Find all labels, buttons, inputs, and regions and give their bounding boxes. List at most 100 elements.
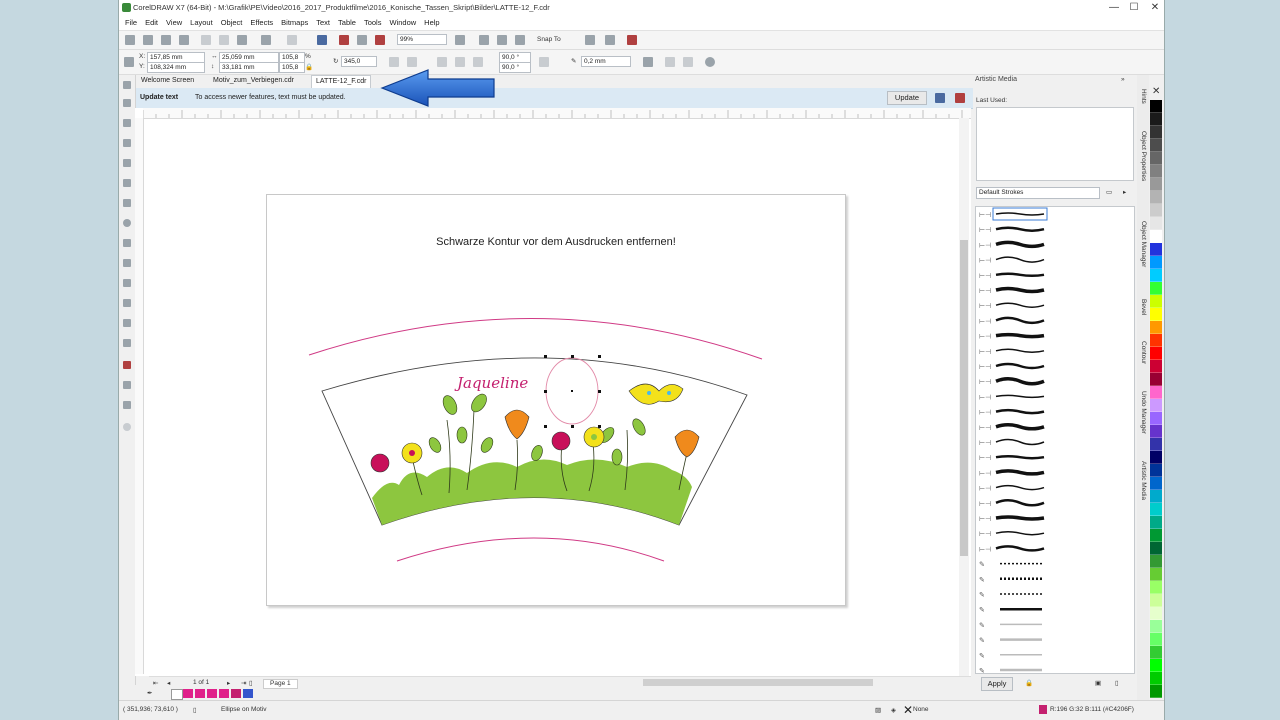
palette-swatch[interactable] bbox=[1150, 620, 1162, 633]
paste-icon[interactable] bbox=[237, 35, 247, 45]
palette-swatch[interactable] bbox=[1150, 594, 1162, 607]
options-icon[interactable] bbox=[585, 35, 595, 45]
palette-swatch[interactable] bbox=[1150, 373, 1162, 386]
text-tool-icon[interactable] bbox=[123, 259, 131, 267]
browse-folder-icon[interactable]: ▭ bbox=[1106, 188, 1112, 196]
save-stroke-icon[interactable]: ▣ bbox=[1095, 679, 1101, 687]
stroke-preset[interactable] bbox=[995, 394, 1045, 399]
stroke-preset[interactable] bbox=[995, 212, 1045, 216]
document-swatch[interactable] bbox=[195, 689, 205, 698]
menu-effects[interactable]: Effects bbox=[246, 16, 277, 30]
transparency-tool-icon[interactable] bbox=[123, 339, 131, 347]
last-used-list[interactable] bbox=[976, 107, 1134, 181]
undo-icon[interactable] bbox=[261, 35, 271, 45]
palette-swatch[interactable] bbox=[1150, 451, 1162, 464]
stroke-preset[interactable] bbox=[995, 286, 1045, 294]
palette-swatch[interactable] bbox=[1150, 646, 1162, 659]
stroke-preset[interactable] bbox=[995, 240, 1045, 249]
close-infobar-icon[interactable] bbox=[955, 93, 965, 103]
palette-swatch[interactable] bbox=[1150, 386, 1162, 399]
connector-tool-icon[interactable] bbox=[123, 299, 131, 307]
palette-swatch[interactable] bbox=[1150, 308, 1162, 321]
stroke-preset[interactable] bbox=[995, 515, 1045, 521]
palette-swatch[interactable] bbox=[1150, 659, 1162, 672]
docker-tab-undo-manager[interactable]: Undo Manager bbox=[1140, 391, 1147, 434]
stroke-preset[interactable] bbox=[995, 272, 1045, 278]
palette-swatch[interactable] bbox=[1150, 555, 1162, 568]
docker-collapse-icon[interactable]: » bbox=[1121, 76, 1125, 83]
artwork-name-text[interactable]: Jaqueline bbox=[454, 374, 528, 392]
cut-icon[interactable] bbox=[201, 35, 211, 45]
menu-window[interactable]: Window bbox=[385, 16, 420, 30]
palette-swatch[interactable] bbox=[1150, 100, 1162, 113]
delete-stroke-icon[interactable]: ▯ bbox=[1115, 679, 1119, 687]
scale-height-field[interactable]: 105,8 bbox=[279, 62, 305, 73]
zoom-tool-icon[interactable] bbox=[123, 139, 131, 147]
outline-width-field[interactable]: 0,2 mm bbox=[581, 56, 631, 67]
publish-pdf-icon[interactable] bbox=[375, 35, 385, 45]
menu-help[interactable]: Help bbox=[420, 16, 443, 30]
menu-text[interactable]: Text bbox=[312, 16, 334, 30]
copy-icon[interactable] bbox=[219, 35, 229, 45]
stroke-category-dropdown[interactable]: Default Strokes bbox=[976, 187, 1100, 199]
palette-swatch[interactable] bbox=[1150, 490, 1162, 503]
stroke-presets[interactable]: ⊢⊣ ⊢⊣ ⊢⊣ ⊢⊣ ⊢⊣ ⊢⊣ ⊢⊣ ⊢⊣ ⊢⊣ ⊢⊣ ⊢⊣ ⊢⊣ ⊢⊣ ⊢⊣ ⊢⊣ ⊢⊣ ⊢⊣ ⊢⊣ ⊢⊣ ⊢⊣… bbox=[976, 207, 1134, 673]
rotation-angle-field[interactable]: 345,0 bbox=[341, 56, 377, 67]
stroke-preset[interactable] bbox=[995, 469, 1045, 476]
shape-tool-icon[interactable] bbox=[123, 99, 131, 107]
document-swatch[interactable] bbox=[231, 689, 241, 698]
palette-swatch[interactable] bbox=[1150, 230, 1162, 243]
full-screen-icon[interactable] bbox=[455, 35, 465, 45]
menu-layout[interactable]: Layout bbox=[186, 16, 217, 30]
stroke-preset[interactable] bbox=[995, 332, 1045, 339]
docker-tab-artistic-media[interactable]: Artistic Media bbox=[1140, 461, 1147, 500]
smart-fill-tool-icon[interactable] bbox=[123, 401, 131, 409]
wrap-text-icon[interactable] bbox=[643, 57, 653, 67]
y-position-field[interactable]: 108,324 mm bbox=[147, 62, 205, 73]
no-color-icon[interactable]: ✕ bbox=[1152, 86, 1160, 97]
palette-swatch[interactable] bbox=[1150, 243, 1162, 256]
palette-swatch[interactable] bbox=[1150, 529, 1162, 542]
maximize-button[interactable]: ☐ bbox=[1125, 1, 1143, 15]
menu-object[interactable]: Object bbox=[217, 16, 247, 30]
last-page-icon[interactable]: ⇥ bbox=[241, 679, 246, 687]
tab-welcome-screen[interactable]: Welcome Screen bbox=[137, 75, 198, 87]
palette-swatch[interactable] bbox=[1150, 516, 1162, 529]
palette-swatch[interactable] bbox=[1150, 282, 1162, 295]
menu-edit[interactable]: Edit bbox=[141, 16, 162, 30]
docker-tab-object-properties[interactable]: Object Properties bbox=[1140, 131, 1147, 181]
menu-table[interactable]: Table bbox=[334, 16, 360, 30]
stroke-preset[interactable] bbox=[995, 438, 1045, 446]
object-origin-icon[interactable] bbox=[124, 57, 134, 67]
horizontal-ruler[interactable] bbox=[142, 108, 971, 119]
stroke-preset[interactable] bbox=[995, 484, 1045, 491]
color-eyedropper-tool-icon[interactable] bbox=[123, 361, 131, 369]
update-button[interactable]: Update bbox=[887, 91, 927, 105]
palette-swatch[interactable] bbox=[1150, 672, 1162, 685]
outer-cut-arc[interactable] bbox=[308, 318, 763, 360]
height-field[interactable]: 33,181 mm bbox=[219, 62, 279, 73]
artistic-media-tool-icon[interactable] bbox=[123, 179, 131, 187]
stroke-preset[interactable] bbox=[995, 408, 1045, 415]
palette-swatch[interactable] bbox=[1150, 113, 1162, 126]
docker-tab-object-manager[interactable]: Object Manager bbox=[1140, 221, 1147, 267]
stroke-preset[interactable] bbox=[995, 348, 1045, 354]
palette-swatch[interactable] bbox=[1150, 477, 1162, 490]
show-guidelines-icon[interactable] bbox=[515, 35, 525, 45]
rectangle-tool-icon[interactable] bbox=[123, 199, 131, 207]
stroke-preset[interactable] bbox=[995, 423, 1045, 431]
vertical-scroll-thumb[interactable] bbox=[960, 240, 968, 556]
import-icon[interactable] bbox=[339, 35, 349, 45]
menu-tools[interactable]: Tools bbox=[360, 16, 386, 30]
docker-menu-icon[interactable]: ▸ bbox=[1123, 188, 1126, 196]
palette-swatch[interactable] bbox=[1150, 334, 1162, 347]
palette-swatch[interactable] bbox=[1150, 178, 1162, 191]
palette-swatch[interactable] bbox=[1150, 360, 1162, 373]
lock-ratio-icon[interactable]: 🔒 bbox=[305, 63, 313, 71]
stroke-list[interactable]: ⊢⊣ ⊢⊣ ⊢⊣ ⊢⊣ ⊢⊣ ⊢⊣ ⊢⊣ ⊢⊣ ⊢⊣ ⊢⊣ ⊢⊣ ⊢⊣ ⊢⊣ ⊢⊣ ⊢⊣ ⊢⊣ ⊢⊣ ⊢⊣ ⊢⊣ ⊢⊣… bbox=[975, 206, 1135, 674]
print-icon[interactable] bbox=[179, 35, 189, 45]
palette-swatch[interactable] bbox=[1150, 204, 1162, 217]
application-launcher-icon[interactable] bbox=[605, 35, 615, 45]
save-icon[interactable] bbox=[161, 35, 171, 45]
interactive-fill-tool-icon[interactable] bbox=[123, 381, 131, 389]
